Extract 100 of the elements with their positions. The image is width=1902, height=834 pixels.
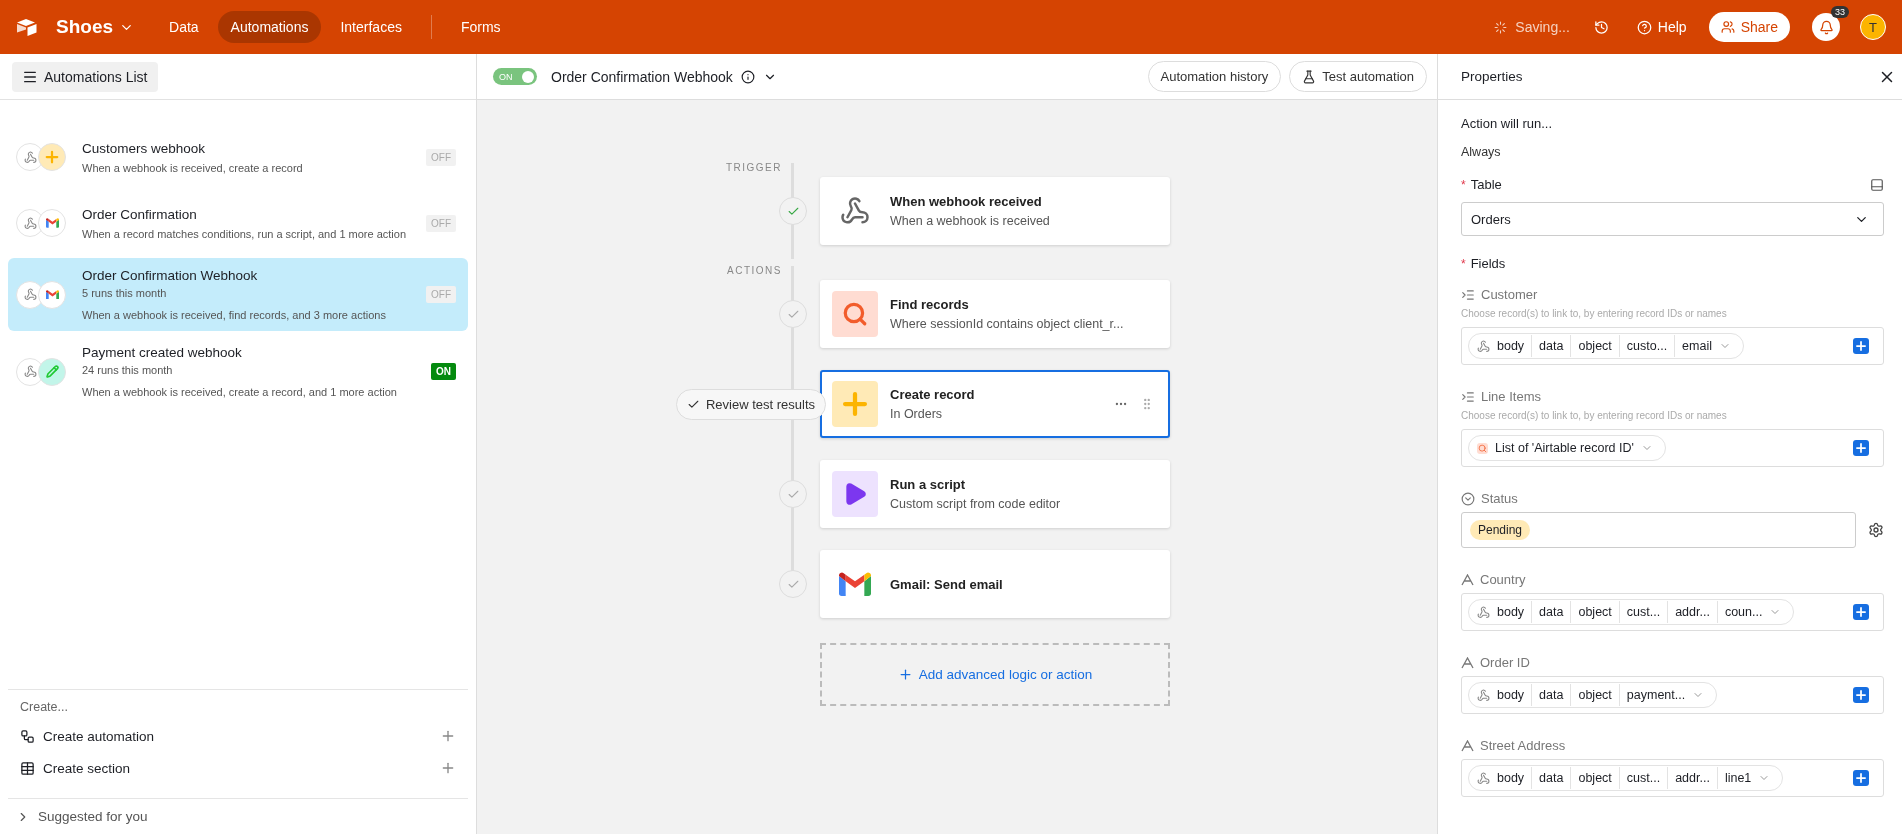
notification-count: 33: [1831, 6, 1849, 18]
step-title: Find records: [890, 297, 970, 312]
link-field-icon: [1461, 287, 1475, 302]
step-card[interactable]: Run a script Custom script from code editor: [820, 460, 1170, 528]
nav-tab[interactable]: Automations: [217, 11, 322, 43]
token-label: cust...: [1618, 767, 1668, 789]
automations-list-button[interactable]: Automations List: [12, 61, 158, 92]
gmail-logo-icon: [45, 289, 59, 300]
plus-icon[interactable]: [440, 728, 456, 744]
status-badge: ON: [431, 363, 456, 380]
required-mark: *: [1461, 177, 1466, 192]
base-name-button[interactable]: Shoes: [56, 16, 135, 38]
automation-history-button[interactable]: Automation history: [1147, 61, 1282, 92]
run-condition-label: Action will run...: [1461, 116, 1554, 131]
plus-icon: [43, 148, 61, 166]
info-icon[interactable]: [740, 69, 755, 84]
create-item[interactable]: Create section: [20, 754, 456, 782]
token-label: email: [1674, 335, 1719, 357]
token-label: data: [1531, 601, 1571, 623]
webhook-icon: [23, 150, 37, 164]
webhook-icon: [1477, 688, 1490, 702]
step-card[interactable]: Find records Where sessionId contains object client_r...: [820, 280, 1170, 348]
automation-name: Customers webhook: [82, 140, 207, 156]
token-label: body: [1496, 604, 1526, 621]
field-label: Status: [1481, 491, 1518, 506]
status-tag: Pending: [1470, 520, 1531, 540]
step-subtitle: Custom script from code editor: [890, 497, 1062, 511]
automation-item[interactable]: Order Confirmation When a record matches conditions, run a script, and 1 more action OFF: [8, 192, 468, 254]
webhook-icon: [1477, 771, 1490, 785]
token-label: data: [1531, 684, 1571, 706]
step-card[interactable]: Create record In Orders: [820, 370, 1170, 438]
play-icon: [832, 471, 878, 517]
help-icon: [1636, 19, 1652, 35]
token-label: addr...: [1667, 767, 1717, 789]
token-label: data: [1531, 767, 1571, 789]
table-label: Table: [1470, 177, 1502, 192]
history-icon[interactable]: [1593, 19, 1609, 35]
notifications-button[interactable]: [1812, 13, 1840, 41]
token-label: cust...: [1618, 601, 1668, 623]
link-field-icon: [1461, 389, 1475, 404]
step-title: Gmail: Send email: [890, 576, 1004, 592]
section-label: TRIGGER: [725, 162, 782, 175]
token-input-field[interactable]: body data object payment...: [1461, 676, 1884, 714]
select-field[interactable]: Pending: [1461, 512, 1856, 548]
token-input-field[interactable]: List of 'Airtable record ID': [1461, 429, 1884, 467]
step-card[interactable]: When webhook received When a webhook is received: [820, 177, 1170, 245]
webhook-icon: [23, 216, 37, 230]
add-button[interactable]: [1853, 687, 1869, 703]
webhook-icon: [1477, 339, 1490, 353]
step-subtitle: When a webhook is received: [890, 214, 1051, 228]
automation-item[interactable]: Payment created webhook 24 runs this month When a webhook is received, create a record, and 1 more action ON: [8, 335, 468, 408]
people-icon: [1720, 20, 1735, 34]
token-label: line1: [1716, 767, 1759, 789]
fields-label: Fields: [1470, 256, 1506, 271]
user-avatar[interactable]: T: [1860, 14, 1886, 40]
automation-item[interactable]: Order Confirmation Webhook 5 runs this month When a webhook is received, find records, and 3 more actions OFF: [8, 258, 468, 331]
field-label: Order ID: [1480, 655, 1530, 670]
help-button[interactable]: Help: [1632, 15, 1691, 39]
add-button[interactable]: [1853, 440, 1869, 456]
token-input-field[interactable]: body data object cust... addr... line1: [1461, 759, 1884, 797]
step-card[interactable]: Gmail: Send email: [820, 550, 1170, 618]
create-heading: Create...: [20, 700, 69, 714]
panel-icon[interactable]: [1870, 177, 1884, 192]
add-action-button[interactable]: Add advanced logic or action: [820, 643, 1170, 706]
step-title: Create record: [890, 387, 976, 402]
table-icon: [20, 760, 35, 776]
create-item[interactable]: Create automation: [20, 722, 456, 750]
token-label: body: [1496, 687, 1526, 704]
workflow-icon: [20, 728, 35, 744]
field-label: Customer: [1481, 287, 1538, 302]
nav-tab[interactable]: Data: [156, 11, 212, 43]
token-label: coun...: [1716, 601, 1770, 623]
automation-name: Order Confirmation Webhook: [82, 268, 259, 283]
plus-icon[interactable]: [440, 760, 456, 776]
spinner-icon: [1494, 20, 1508, 34]
suggested-section[interactable]: Suggested for you: [8, 798, 468, 834]
automation-description: When a record matches conditions, run a script, and 1 more action: [82, 227, 408, 240]
nav-tab[interactable]: Interfaces: [327, 11, 415, 43]
token-label: object: [1570, 767, 1619, 789]
add-button[interactable]: [1853, 770, 1869, 786]
panel-title: Properties: [1461, 69, 1523, 84]
field-label: Line Items: [1481, 389, 1541, 404]
review-test-results-button[interactable]: Review test results: [675, 388, 826, 420]
bell-icon: [1818, 19, 1834, 35]
status-badge: OFF: [426, 286, 456, 303]
add-button[interactable]: [1853, 604, 1869, 620]
status-badge: OFF: [426, 214, 456, 232]
token-label: object: [1570, 684, 1619, 706]
token-input-field[interactable]: body data object cust... addr... coun...: [1461, 593, 1884, 631]
token-input-field[interactable]: body data object custo... email: [1461, 327, 1884, 365]
automation-name: Order Confirmation: [82, 206, 198, 222]
nav-tab[interactable]: Forms: [447, 11, 514, 43]
automation-item[interactable]: Customers webhook When a webhook is received, create a record OFF: [8, 126, 468, 188]
test-automation-button[interactable]: Test automation: [1289, 61, 1427, 92]
add-button[interactable]: [1853, 338, 1869, 354]
settings-icon[interactable]: [1868, 522, 1884, 538]
table-select[interactable]: Orders: [1461, 202, 1884, 236]
token-label: payment...: [1618, 684, 1693, 706]
required-mark: *: [1461, 256, 1466, 271]
share-button[interactable]: Share: [1708, 12, 1790, 42]
